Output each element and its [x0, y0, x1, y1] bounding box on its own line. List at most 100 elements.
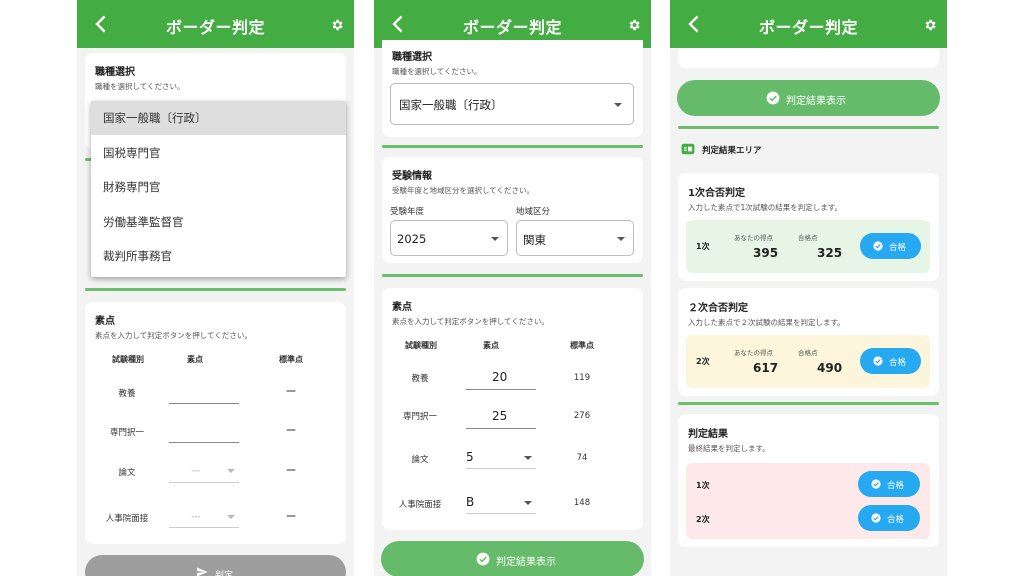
- score-section-desc: 素点を入力して判定ボタンを押してください。: [392, 317, 549, 326]
- region-select[interactable]: 関東: [516, 220, 634, 256]
- std-empty: ー: [285, 424, 297, 437]
- ronbun-select-placeholder[interactable]: ---: [181, 466, 211, 476]
- std-empty: ー: [285, 464, 297, 477]
- job-option[interactable]: 財務専門官: [91, 170, 346, 204]
- select-underline: [466, 468, 536, 469]
- result-area-title: 判定結果エリア: [702, 146, 762, 156]
- app-title: ボーダー判定: [462, 18, 562, 37]
- chevron-down-icon: [227, 515, 235, 519]
- final-judgement-desc: 最終結果を判定します。: [688, 444, 770, 453]
- second-result-text: 合格: [889, 358, 907, 368]
- job-option[interactable]: 裁判所事務官: [91, 239, 346, 273]
- header-std-score: 標準点: [570, 341, 594, 350]
- first-result-text: 合格: [889, 243, 907, 253]
- score-input-kyoyo-value[interactable]: 20: [492, 370, 507, 384]
- show-result-button[interactable]: 判定結果表示: [677, 80, 940, 116]
- score-section-desc: 素点を入力して判定ボタンを押してください。: [95, 331, 252, 340]
- job-select-value: 国家一般職〔行政〕: [399, 98, 503, 112]
- region-select-value: 関東: [523, 233, 546, 247]
- row-label: 人事院面接: [398, 500, 442, 510]
- score-card: 素点 素点を入力して判定ボタンを押してください。 試験種別 素点 標準点 教養 …: [382, 288, 643, 530]
- second-judgement-desc: 入力した素点で２次試験の結果を判定します。: [688, 318, 845, 327]
- first-tag: 1次: [696, 242, 710, 251]
- section-divider: [678, 126, 939, 129]
- std-empty: ー: [285, 510, 297, 523]
- job-select[interactable]: 国家一般職〔行政〕: [390, 83, 634, 125]
- row-label: 論文: [411, 455, 429, 465]
- header-std-score: 標準点: [279, 355, 303, 364]
- app-title: ボーダー判定: [165, 18, 265, 37]
- exam-info-card: 受験情報 受験年度と地域区分を選択してください。 受験年度 地域区分 2025 …: [382, 157, 643, 263]
- job-card: 職種選択 職種を選択してください。 国家一般職〔行政〕: [382, 40, 643, 137]
- score-input-senmon[interactable]: [169, 442, 239, 443]
- row-label: 専門択一: [402, 412, 437, 422]
- score-input-kyoyo[interactable]: [169, 403, 239, 404]
- chevron-down-icon: [491, 237, 499, 241]
- chevron-down-icon: [614, 103, 622, 107]
- app-bar: ボーダー判定: [77, 0, 354, 48]
- second-pass-badge: 合格: [860, 348, 921, 374]
- final-result-box: 1次 2次 合格 合格: [686, 463, 930, 539]
- job-option[interactable]: 労働基準監督官: [91, 205, 346, 239]
- judge-button[interactable]: 判定: [85, 555, 346, 576]
- first-judgement-desc: 入力した素点で1次試験の結果を判定します。: [688, 203, 843, 212]
- show-result-button[interactable]: 判定結果表示: [381, 541, 644, 576]
- first-result-box: 1次 あなたの得点 合格点 395 325 合格: [686, 220, 930, 273]
- select-underline: [466, 513, 536, 514]
- ronbun-select-value[interactable]: 5: [466, 450, 474, 464]
- score-input-senmon-value[interactable]: 25: [492, 409, 507, 423]
- select-underline: [169, 527, 239, 528]
- row-label: 論文: [118, 468, 136, 478]
- interview-select-value[interactable]: B: [466, 495, 474, 509]
- job-option[interactable]: 国税専門官: [91, 136, 346, 170]
- final-judgement-card: 判定結果 最終結果を判定します。 1次 2次 合格 合格: [678, 414, 939, 547]
- final-judgement-title: 判定結果: [688, 429, 728, 440]
- phone-screen-job-dropdown: ボーダー判定 職種選択 職種を選択してください。 国家一般職〔行政〕 国税専門官…: [77, 0, 354, 576]
- check-circle-icon: [476, 552, 490, 566]
- score-card: 素点 素点を入力して判定ボタンを押してください。 試験種別 素点 標準点 教養 …: [85, 302, 346, 544]
- final-pass-badge-1: 合格: [858, 471, 920, 497]
- chevron-down-icon: [227, 469, 235, 473]
- std-score: 276: [573, 411, 591, 421]
- region-label: 地域区分: [516, 207, 551, 217]
- input-underline: [466, 389, 536, 390]
- second-pass-score: 490: [817, 361, 843, 375]
- year-select[interactable]: 2025: [390, 220, 508, 256]
- gear-icon[interactable]: [627, 18, 641, 32]
- header-exam-type: 試験種別: [112, 355, 144, 364]
- job-option[interactable]: 国家一般職〔行政〕: [91, 101, 346, 135]
- phone-screen-result: ボーダー判定 判定結果表示 判定結果エリア 1次合否判定 入力した素点で1次試験…: [670, 0, 947, 576]
- check-circle-icon: [873, 356, 883, 366]
- section-divider: [382, 274, 643, 277]
- section-divider: [678, 402, 939, 405]
- header-exam-type: 試験種別: [405, 341, 437, 350]
- year-select-value: 2025: [397, 232, 427, 246]
- final-row2-label: 2次: [696, 515, 710, 524]
- check-circle-icon: [766, 91, 780, 105]
- job-section-title: 職種選択: [95, 67, 135, 78]
- second-result-box: 2次 あなたの得点 合格点 617 490 合格: [686, 335, 930, 388]
- second-tag: 2次: [696, 357, 710, 366]
- gear-icon[interactable]: [923, 18, 937, 32]
- app-title: ボーダー判定: [758, 18, 858, 37]
- section-divider: [382, 145, 643, 148]
- check-circle-icon: [871, 479, 881, 489]
- final-row1-label: 1次: [696, 481, 710, 490]
- check-circle-icon: [871, 513, 881, 523]
- result-area-icon: [681, 143, 695, 155]
- chevron-down-icon: [617, 237, 625, 241]
- gear-icon[interactable]: [330, 18, 344, 32]
- first-judgement-title: 1次合否判定: [688, 188, 745, 199]
- row-label: 人事院面接: [105, 514, 149, 524]
- interview-select-placeholder[interactable]: ---: [181, 512, 211, 522]
- year-label: 受験年度: [390, 207, 425, 217]
- second-your-score: 617: [753, 361, 779, 375]
- row-label: 教養: [411, 374, 429, 384]
- job-section-desc: 職種を選択してください。: [392, 67, 482, 76]
- first-pass-badge: 合格: [860, 233, 921, 259]
- job-section-title: 職種選択: [392, 52, 432, 63]
- phone-screen-input: ボーダー判定 職種選択 職種を選択してください。 国家一般職〔行政〕 受験情報 …: [374, 0, 651, 576]
- header-raw-score: 素点: [187, 355, 203, 364]
- pass-score-label: 合格点: [798, 349, 818, 357]
- row-label: 専門択一: [109, 428, 144, 438]
